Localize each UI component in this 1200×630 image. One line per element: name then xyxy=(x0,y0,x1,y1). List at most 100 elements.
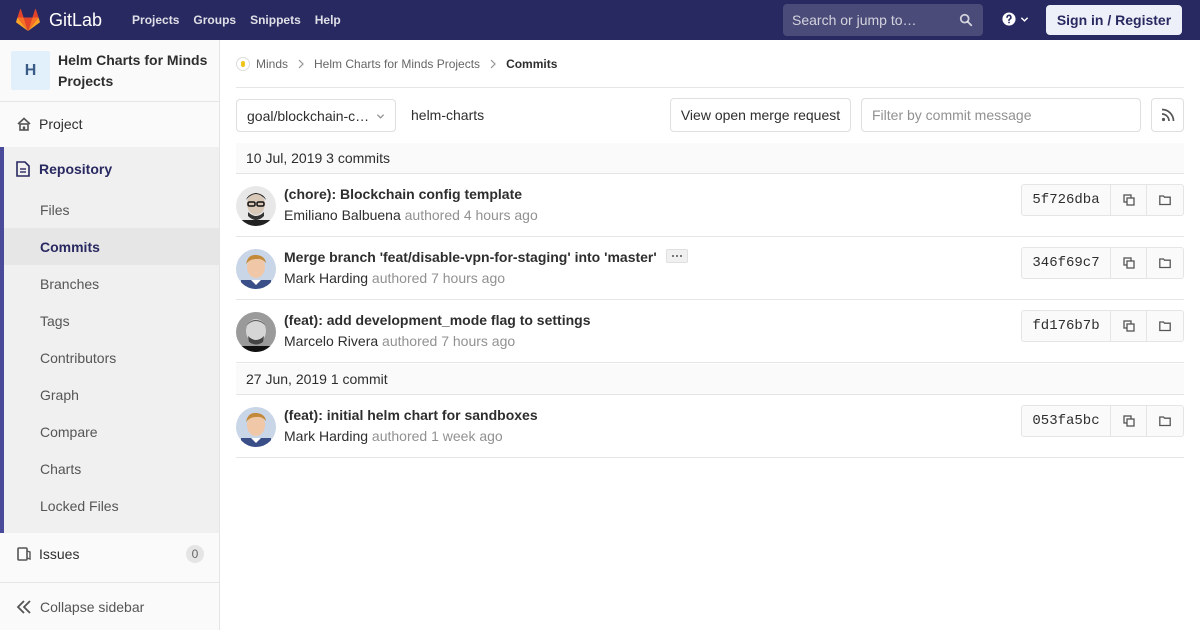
author-avatar[interactable] xyxy=(236,186,276,226)
commit-author[interactable]: Mark Harding xyxy=(284,428,368,444)
commit-time: 7 hours ago xyxy=(441,333,516,349)
commit-row: Merge branch 'feat/disable-vpn-for-stagi… xyxy=(236,237,1184,300)
doc-icon xyxy=(16,161,30,177)
breadcrumb-group[interactable]: Minds xyxy=(236,56,288,71)
breadcrumb-project[interactable]: Helm Charts for Minds Projects xyxy=(314,57,480,71)
sidebar-item-graph[interactable]: Graph xyxy=(4,376,219,413)
commit-title[interactable]: (chore): Blockchain config template xyxy=(284,186,522,202)
commit-row: (feat): initial helm chart for sandboxes… xyxy=(236,395,1184,458)
author-avatar[interactable] xyxy=(236,312,276,352)
commit-title[interactable]: Merge branch 'feat/disable-vpn-for-stagi… xyxy=(284,249,657,265)
double-chevron-left-icon xyxy=(16,599,31,614)
repository-path[interactable]: helm-charts xyxy=(411,107,484,123)
browse-files-button[interactable] xyxy=(1147,247,1184,279)
copy-sha-button[interactable] xyxy=(1110,184,1147,216)
commit-sha-group: 5f726dba xyxy=(1021,184,1184,216)
sidebar-item-project[interactable]: Project xyxy=(0,106,219,142)
ellipsis-dot xyxy=(676,255,678,257)
copy-icon xyxy=(1122,194,1135,206)
sidebar-item-charts[interactable]: Charts xyxy=(4,450,219,487)
copy-sha-button[interactable] xyxy=(1110,405,1147,437)
project-avatar: H xyxy=(11,51,50,90)
branch-name: goal/blockchain-c… xyxy=(247,107,370,124)
commit-meta: Emiliano Balbuena authored 4 hours ago xyxy=(284,207,538,223)
commit-sha-link[interactable]: fd176b7b xyxy=(1021,310,1110,342)
chevron-right-icon xyxy=(490,59,496,68)
nav-snippets[interactable]: Snippets xyxy=(250,13,301,27)
top-navbar: GitLab Projects Groups Snippets Help Sig… xyxy=(0,0,1200,40)
sidebar-repository-section: Repository Files Commits Branches Tags C… xyxy=(0,147,219,533)
sidebar-item-issues[interactable]: Issues 0 xyxy=(0,536,219,572)
home-icon xyxy=(17,117,31,131)
commit-author[interactable]: Emiliano Balbuena xyxy=(284,207,401,223)
commit-author[interactable]: Mark Harding xyxy=(284,270,368,286)
commit-verb: authored xyxy=(382,333,438,349)
main-nav: Projects Groups Snippets Help xyxy=(125,13,348,27)
chevron-down-icon xyxy=(376,114,385,119)
ellipsis-dot xyxy=(672,255,674,257)
commit-verb: authored xyxy=(371,428,428,444)
copy-sha-button[interactable] xyxy=(1110,247,1147,279)
sidebar-item-locked-files[interactable]: Locked Files xyxy=(4,487,219,524)
rss-icon xyxy=(1161,108,1174,122)
project-sidebar: H Helm Charts for Minds Projects Project… xyxy=(0,40,220,630)
commit-time: 7 hours ago xyxy=(431,270,506,286)
browse-files-button[interactable] xyxy=(1147,405,1184,437)
commit-sha-link[interactable]: 5f726dba xyxy=(1021,184,1110,216)
group-logo-icon xyxy=(236,56,250,71)
sign-in-register-button[interactable]: Sign in / Register xyxy=(1046,5,1182,35)
toggle-commit-description-button[interactable] xyxy=(666,249,688,263)
rss-feed-button[interactable] xyxy=(1151,98,1184,132)
copy-icon xyxy=(1122,320,1135,332)
commit-meta: Mark Harding authored 1 week ago xyxy=(284,428,503,444)
commit-verb: authored xyxy=(404,207,460,223)
commit-sha-link[interactable]: 053fa5bc xyxy=(1021,405,1110,437)
chevron-down-icon xyxy=(1020,16,1029,22)
sidebar-item-contributors[interactable]: Contributors xyxy=(4,339,219,376)
nav-projects[interactable]: Projects xyxy=(132,13,179,27)
sidebar-item-files[interactable]: Files xyxy=(4,191,219,228)
copy-icon xyxy=(1122,415,1135,427)
collapse-sidebar-button[interactable]: Collapse sidebar xyxy=(0,582,219,630)
commit-filter-input[interactable] xyxy=(861,98,1141,132)
commit-author[interactable]: Marcelo Rivera xyxy=(284,333,378,349)
search-box xyxy=(783,4,983,36)
breadcrumb-current[interactable]: Commits xyxy=(506,57,557,71)
commit-day-header: 10 Jul, 2019 3 commits xyxy=(236,143,1184,174)
author-avatar[interactable] xyxy=(236,249,276,289)
sidebar-item-commits[interactable]: Commits xyxy=(4,228,219,265)
gitlab-home-link[interactable]: GitLab xyxy=(16,0,102,40)
copy-sha-button[interactable] xyxy=(1110,310,1147,342)
sidebar-item-branches[interactable]: Branches xyxy=(4,265,219,302)
nav-help[interactable]: Help xyxy=(315,13,341,27)
commit-sha-link[interactable]: 346f69c7 xyxy=(1021,247,1110,279)
commit-sha-group: 053fa5bc xyxy=(1021,405,1184,437)
folder-icon xyxy=(1159,416,1171,427)
view-merge-request-button[interactable]: View open merge request xyxy=(670,98,851,132)
project-name: Helm Charts for Minds Projects xyxy=(58,52,208,89)
question-circle-icon xyxy=(1002,12,1016,26)
commit-day-header: 27 Jun, 2019 1 commit xyxy=(236,364,1184,395)
commit-time: 1 week ago xyxy=(431,428,503,444)
author-avatar[interactable] xyxy=(236,407,276,447)
chevron-right-icon xyxy=(298,59,304,68)
commit-time: 4 hours ago xyxy=(463,207,538,223)
sidebar-project-header[interactable]: H Helm Charts for Minds Projects xyxy=(0,40,219,102)
commit-title[interactable]: (feat): add development_mode flag to set… xyxy=(284,312,590,328)
commit-title[interactable]: (feat): initial helm chart for sandboxes xyxy=(284,407,538,423)
copy-icon xyxy=(1122,257,1135,269)
nav-groups[interactable]: Groups xyxy=(193,13,236,27)
help-dropdown[interactable] xyxy=(1002,12,1029,26)
browse-files-button[interactable] xyxy=(1147,184,1184,216)
branch-dropdown[interactable]: goal/blockchain-c… xyxy=(236,99,396,132)
search-input[interactable] xyxy=(792,12,952,28)
search-icon xyxy=(959,13,973,27)
commit-sha-group: 346f69c7 xyxy=(1021,247,1184,279)
commit-sha-group: fd176b7b xyxy=(1021,310,1184,342)
commit-meta: Marcelo Rivera authored 7 hours ago xyxy=(284,333,515,349)
sidebar-item-tags[interactable]: Tags xyxy=(4,302,219,339)
browse-files-button[interactable] xyxy=(1147,310,1184,342)
sidebar-item-label: Issues xyxy=(39,546,80,562)
sidebar-item-compare[interactable]: Compare xyxy=(4,413,219,450)
gitlab-logo-icon xyxy=(16,9,40,31)
